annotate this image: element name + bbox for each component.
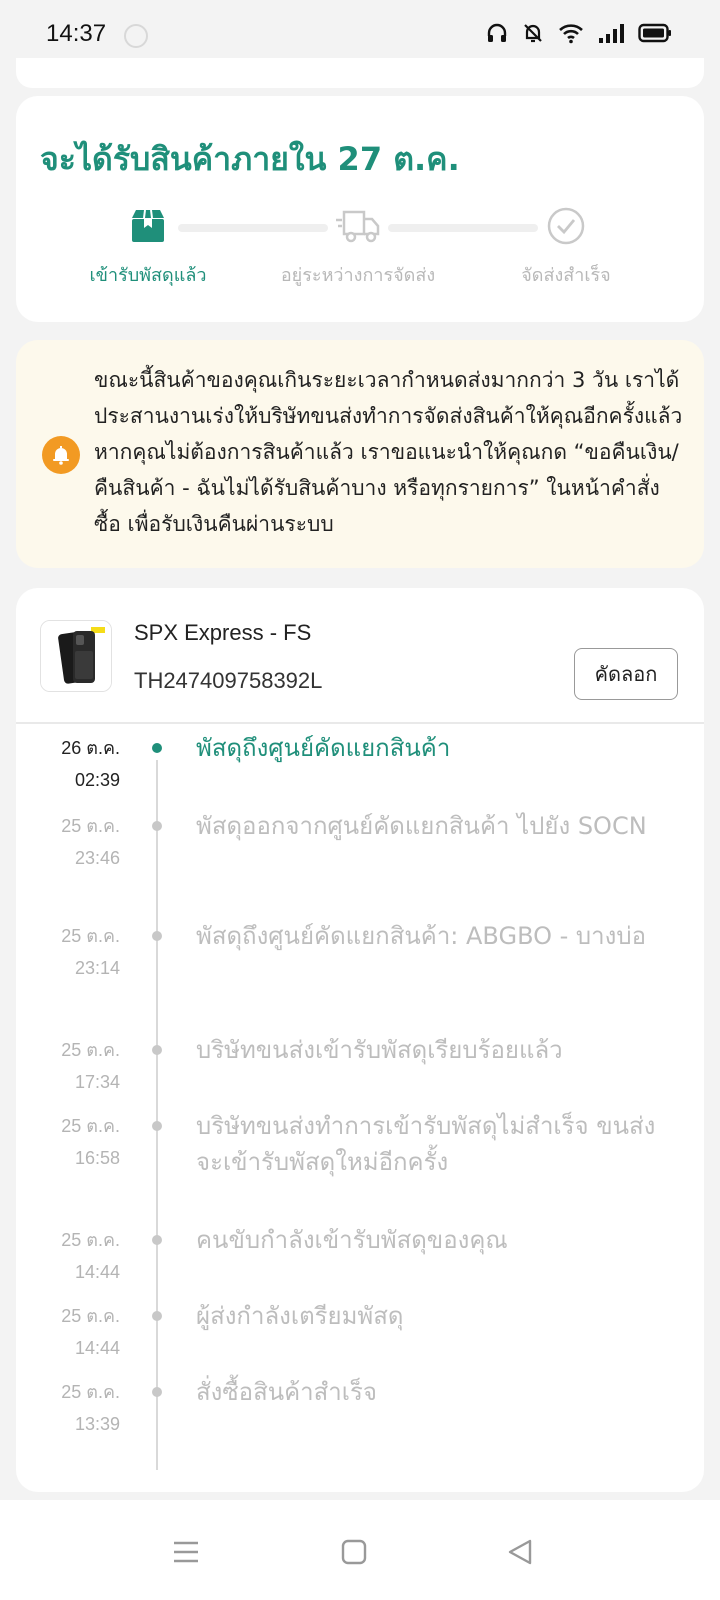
timeline-dot [152,1387,162,1397]
delivery-status-card: จะได้รับสินค้าภายใน 27 ต.ค. เข้ารับพัสดุ… [16,96,704,322]
timeline-time: 14:44 [74,1262,120,1282]
step-label-in-transit: อยู่ระหว่างการจัดส่ง [280,265,436,286]
timeline-time: 14:44 [74,1338,120,1358]
timeline-date: 25 ต.ค. [61,1116,120,1136]
delay-notice-card: ขณะนี้สินค้าของคุณเกินระยะเวลากำหนดส่งมา… [16,340,704,568]
timeline-time: 23:14 [74,958,120,978]
timeline-text: บริษัทขนส่งทำการเข้ารับพัสดุไม่สำเร็จ ขน… [196,1112,656,1176]
tracking-card: SPX Express - FS TH247409758392L คัดลอก … [16,588,704,1492]
signal-icon [599,24,624,43]
timeline-text: สั่งซื้อสินค้าสำเร็จ [196,1378,377,1406]
divider [16,722,704,724]
timeline-dot [152,1121,162,1131]
carrier-name: SPX Express - FS [134,620,312,645]
timeline-text: ผู้ส่งกำลังเตรียมพัสดุ [196,1302,404,1330]
timeline-time: 23:46 [74,848,120,868]
step-label-picked-up: เข้ารับพัสดุแล้ว [89,265,207,286]
timeline-time: 16:58 [74,1148,120,1168]
eta-title: จะได้รับสินค้าภายใน 27 ต.ค. [40,140,460,178]
notification-dot-icon [124,24,148,48]
tracking-number: TH247409758392L [134,668,323,693]
timeline-dot [152,931,162,941]
headset-icon [487,23,507,42]
timeline-text: บริษัทขนส่งเข้ารับพัสดุเรียบร้อยแล้ว [196,1036,563,1064]
timeline-time: 17:34 [74,1072,120,1092]
timeline-date: 25 ต.ค. [61,1306,120,1326]
timeline-text: พัสดุถึงศูนย์คัดแยกสินค้า [196,734,451,762]
timeline-date: 25 ต.ค. [61,816,120,836]
step-label-delivered: จัดส่งสำเร็จ [521,265,611,286]
timeline-date: 25 ต.ค. [61,1382,120,1402]
back-triangle-icon[interactable] [506,1538,534,1566]
status-icons [486,22,672,44]
copy-button[interactable]: คัดลอก [574,648,678,700]
bell-off-icon [524,24,542,43]
product-thumbnail [40,620,112,692]
timeline-date: 26 ต.ค. [61,738,120,758]
timeline-text: พัสดุถึงศูนย์คัดแยกสินค้า: ABGBO - บางบ่… [196,922,646,950]
timeline-date: 25 ต.ค. [61,926,120,946]
timeline-text: คนขับกำลังเข้ารับพัสดุของคุณ [196,1226,508,1254]
battery-icon [638,23,671,43]
system-nav-bar [0,1500,720,1600]
wifi-icon [559,24,583,44]
timeline-dot [152,743,162,753]
step-connector [178,224,328,232]
box-icon [132,209,164,242]
step-connector [388,224,538,232]
bell-icon [42,436,80,474]
timeline-date: 25 ต.ค. [61,1230,120,1250]
timeline-text: พัสดุออกจากศูนย์คัดแยกสินค้า ไปยัง SOCN [196,812,647,840]
phone-image-icon [41,621,111,691]
previous-card-stub [16,58,704,88]
timeline-time: 13:39 [74,1414,120,1434]
timeline-date: 25 ต.ค. [61,1040,120,1060]
check-circle-icon [547,207,585,245]
timeline-dot [152,1311,162,1321]
status-time: 14:37 [46,20,107,47]
menu-icon[interactable] [172,1538,200,1566]
home-square-icon[interactable] [340,1538,368,1566]
notice-text: ขณะนี้สินค้าของคุณเกินระยะเวลากำหนดส่งมา… [94,368,683,536]
timeline-rail [156,760,158,1470]
timeline-time: 02:39 [74,770,120,790]
timeline-dot [152,1045,162,1055]
timeline-dot [152,1235,162,1245]
truck-icon [336,210,380,243]
timeline-dot [152,821,162,831]
